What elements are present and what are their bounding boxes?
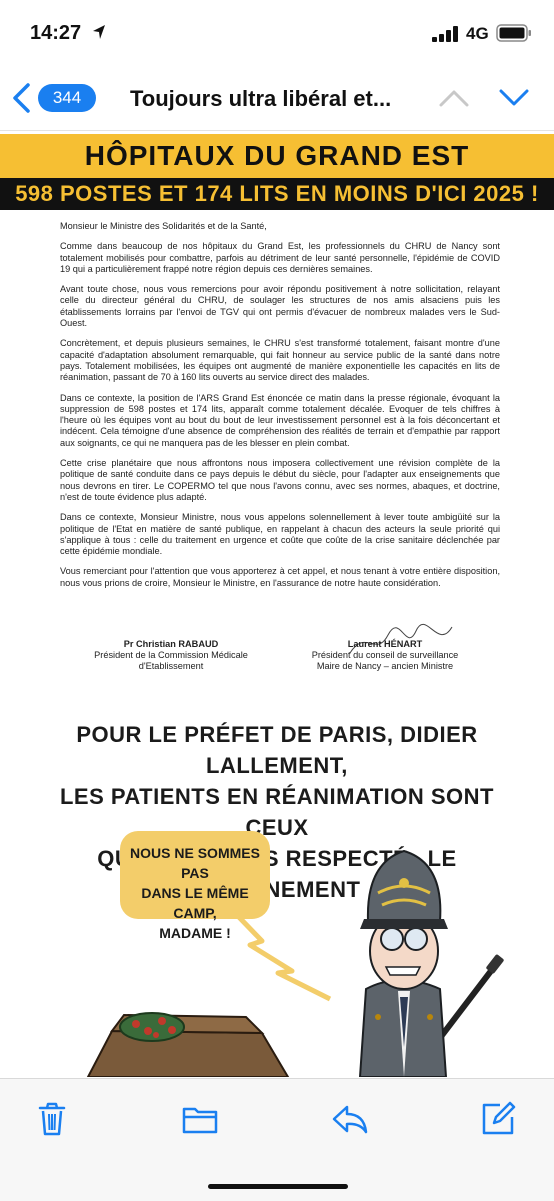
status-time: 14:27 (30, 22, 82, 44)
chevron-up-icon[interactable] (438, 88, 470, 108)
home-indicator[interactable] (208, 1184, 348, 1189)
status-bar: 14:27 4G (0, 0, 554, 64)
letter-paragraph: Vous remerciant pour l'attention que vou… (60, 566, 500, 588)
coffin-drawing (86, 1012, 290, 1077)
trash-icon[interactable] (32, 1099, 72, 1139)
letter-paragraph: Cette crise planétaire que nous affronto… (60, 458, 500, 502)
attachment-image[interactable]: HÔPITAUX DU GRAND EST 598 POSTES ET 174 … (0, 131, 554, 1077)
bubble-line: DANS LE MÊME CAMP, (141, 885, 249, 921)
signatory-role: Maire de Nancy – ancien Ministre (316, 661, 454, 671)
signatory-role: Président de la Commission Médicale (94, 650, 248, 660)
reply-icon[interactable] (330, 1099, 370, 1139)
letter-paragraph: Dans ce contexte, la position de l'ARS G… (60, 392, 500, 448)
signature-block-right: Laurent HÉNART Président du conseil de s… (300, 639, 470, 672)
speech-bubble: NOUS NE SOMMES PAS DANS LE MÊME CAMP, MA… (120, 831, 270, 941)
signatory-name: Laurent HÉNART (347, 639, 423, 649)
network-type: 4G (466, 24, 489, 43)
comic-illustration (86, 849, 504, 1077)
chevron-down-icon[interactable] (498, 88, 530, 108)
headline-banner: HÔPITAUX DU GRAND EST 598 POSTES ET 174 … (0, 134, 554, 210)
bubble-line: NOUS NE SOMMES PAS (130, 845, 260, 881)
nav-bar: 344 Toujours ultra libéral et... (0, 64, 554, 131)
prefect-character (358, 849, 504, 1077)
folder-icon[interactable] (180, 1099, 220, 1139)
caption-line: POUR LE PRÉFET DE PARIS, DIDIER LALLEMEN… (76, 722, 478, 778)
signatory-role: Président du conseil de surveillance (311, 650, 459, 660)
back-count-badge[interactable]: 344 (38, 84, 96, 112)
banner-title: HÔPITAUX DU GRAND EST (0, 134, 554, 178)
letter-salutation: Monsieur le Ministre des Solidarités et … (60, 221, 267, 231)
signal-icon (432, 26, 458, 42)
battery-icon (496, 24, 531, 42)
letter-paragraph: Dans ce contexte, Monsieur Ministre, nou… (60, 512, 500, 557)
location-arrow-icon (93, 25, 105, 39)
signatory-role: d'Etablissement (138, 661, 204, 671)
compose-icon[interactable] (478, 1099, 518, 1139)
chevron-left-icon[interactable] (10, 82, 34, 114)
letter-paragraph: Concrètement, et depuis plusieurs semain… (60, 338, 500, 383)
bubble-line: MADAME ! (159, 925, 231, 941)
letter-paragraph: Comme dans beaucoup de nos hôpitaux du G… (60, 241, 500, 274)
signatory-name: Pr Christian RABAUD (123, 639, 219, 649)
message-subject-title: Toujours ultra libéral et... (130, 86, 392, 111)
signature-block-left: Pr Christian RABAUD Président de la Comm… (88, 639, 254, 672)
mail-toolbar (0, 1078, 554, 1201)
banner-subtitle: 598 POSTES ET 174 LITS EN MOINS D'ICI 20… (0, 178, 554, 210)
letter-body: Monsieur le Ministre des Solidarités et … (60, 221, 500, 598)
letter-paragraph: Avant toute chose, nous vous remercions … (60, 284, 500, 329)
